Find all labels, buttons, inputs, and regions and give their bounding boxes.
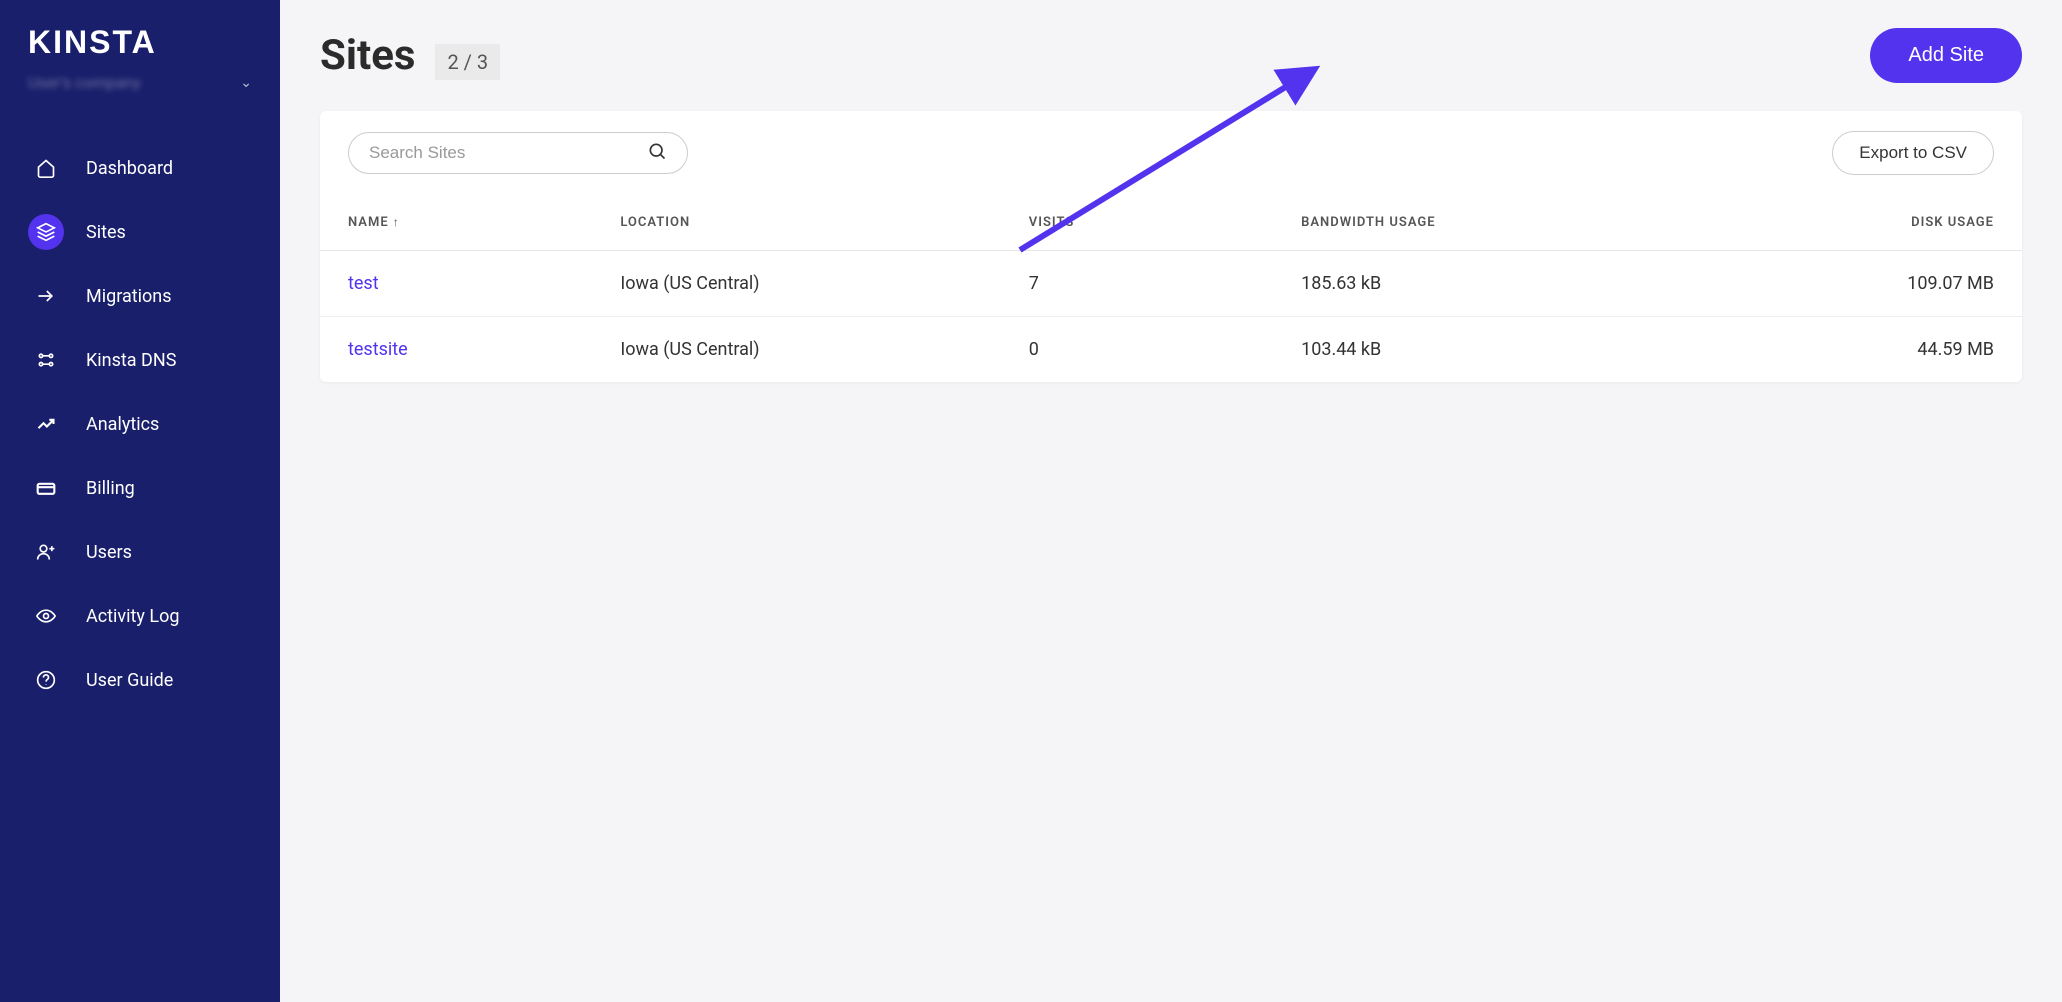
sidebar-item-label: Billing bbox=[86, 478, 135, 499]
sidebar: KINSTA User's company ⌄ Dashboard Sites … bbox=[0, 0, 280, 1002]
sidebar-item-dashboard[interactable]: Dashboard bbox=[0, 136, 280, 200]
search-icon bbox=[647, 141, 667, 165]
company-selector[interactable]: User's company ⌄ bbox=[0, 73, 280, 116]
search-wrap bbox=[348, 132, 688, 174]
sidebar-item-label: Kinsta DNS bbox=[86, 350, 176, 371]
sidebar-item-label: Analytics bbox=[86, 414, 159, 435]
sidebar-item-user-guide[interactable]: User Guide bbox=[0, 648, 280, 712]
title-group: Sites 2 / 3 bbox=[320, 31, 500, 80]
cell-disk: 109.07 MB bbox=[1682, 251, 2022, 317]
home-icon bbox=[36, 158, 56, 178]
site-link[interactable]: test bbox=[348, 273, 379, 294]
sites-panel: Export to CSV NAME↑ LOCATION VISITS BAND… bbox=[320, 111, 2022, 382]
site-count-badge: 2 / 3 bbox=[435, 44, 500, 80]
table-row[interactable]: testsite Iowa (US Central) 0 103.44 kB 4… bbox=[320, 317, 2022, 383]
col-location[interactable]: LOCATION bbox=[592, 195, 1000, 251]
cell-visits: 0 bbox=[1001, 317, 1273, 383]
search-input[interactable] bbox=[369, 143, 647, 163]
col-visits[interactable]: VISITS bbox=[1001, 195, 1273, 251]
sidebar-item-billing[interactable]: Billing bbox=[0, 456, 280, 520]
panel-toolbar: Export to CSV bbox=[320, 111, 2022, 195]
company-name: User's company bbox=[28, 73, 141, 92]
main-content: Sites 2 / 3 Add Site Export to CSV NAME↑… bbox=[280, 0, 2062, 1002]
sidebar-item-label: Sites bbox=[86, 222, 126, 243]
sidebar-item-migrations[interactable]: Migrations bbox=[0, 264, 280, 328]
sidebar-item-label: Migrations bbox=[86, 286, 172, 307]
help-icon bbox=[36, 670, 56, 690]
cell-location: Iowa (US Central) bbox=[592, 317, 1000, 383]
cell-visits: 7 bbox=[1001, 251, 1273, 317]
cell-disk: 44.59 MB bbox=[1682, 317, 2022, 383]
cell-location: Iowa (US Central) bbox=[592, 251, 1000, 317]
billing-icon bbox=[36, 478, 56, 498]
sort-asc-icon: ↑ bbox=[393, 215, 400, 229]
sidebar-item-label: Activity Log bbox=[86, 606, 179, 627]
migrate-icon bbox=[36, 286, 56, 306]
page-header: Sites 2 / 3 Add Site bbox=[320, 28, 2022, 83]
sidebar-item-sites[interactable]: Sites bbox=[0, 200, 280, 264]
sidebar-item-dns[interactable]: Kinsta DNS bbox=[0, 328, 280, 392]
sidebar-item-label: User Guide bbox=[86, 670, 173, 691]
dns-icon bbox=[36, 350, 56, 370]
sidebar-item-users[interactable]: Users bbox=[0, 520, 280, 584]
eye-icon bbox=[36, 606, 56, 626]
page-title: Sites bbox=[320, 31, 415, 80]
sidebar-item-label: Dashboard bbox=[86, 158, 173, 179]
nav-list: Dashboard Sites Migrations Kinsta DNS An… bbox=[0, 116, 280, 712]
col-name[interactable]: NAME↑ bbox=[320, 195, 592, 251]
col-disk[interactable]: DISK USAGE bbox=[1682, 195, 2022, 251]
users-icon bbox=[36, 542, 56, 562]
sidebar-item-label: Users bbox=[86, 542, 132, 563]
layers-icon bbox=[36, 222, 56, 242]
sidebar-item-analytics[interactable]: Analytics bbox=[0, 392, 280, 456]
cell-bandwidth: 185.63 kB bbox=[1273, 251, 1681, 317]
add-site-button[interactable]: Add Site bbox=[1870, 28, 2022, 83]
sites-table: NAME↑ LOCATION VISITS BANDWIDTH USAGE DI… bbox=[320, 195, 2022, 382]
sidebar-item-activity-log[interactable]: Activity Log bbox=[0, 584, 280, 648]
chevron-down-icon: ⌄ bbox=[240, 75, 252, 91]
table-row[interactable]: test Iowa (US Central) 7 185.63 kB 109.0… bbox=[320, 251, 2022, 317]
cell-bandwidth: 103.44 kB bbox=[1273, 317, 1681, 383]
analytics-icon bbox=[36, 414, 56, 434]
brand-logo: KINSTA bbox=[0, 24, 280, 73]
col-bandwidth[interactable]: BANDWIDTH USAGE bbox=[1273, 195, 1681, 251]
export-csv-button[interactable]: Export to CSV bbox=[1832, 131, 1994, 175]
site-link[interactable]: testsite bbox=[348, 339, 408, 360]
